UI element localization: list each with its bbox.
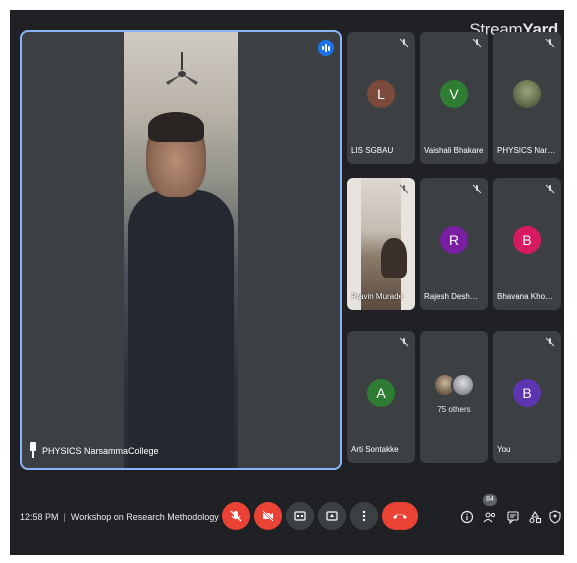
participant-name: Rajesh Deshmukh (424, 292, 484, 301)
speaking-indicator-icon (318, 40, 334, 56)
meeting-info: 12:58 PM | Workshop on Research Methodolog… (20, 512, 219, 522)
camera-off-icon (262, 510, 274, 522)
closed-captions-icon (294, 511, 306, 521)
self-tile[interactable]: B You (493, 331, 561, 463)
participant-name: PHYSICS Narsam... (497, 146, 557, 155)
main-speaker-name: PHYSICS NarsammaCollege (42, 446, 159, 456)
participant-tile[interactable]: B Bhavana Khobrag... (493, 178, 561, 310)
leave-call-button[interactable] (382, 502, 418, 530)
activities-icon (529, 510, 542, 524)
avatar: B (513, 226, 541, 254)
bottom-control-bar: 12:58 PM | Workshop on Research Methodolog… (10, 482, 564, 555)
hang-up-icon (393, 514, 407, 519)
present-screen-button[interactable] (318, 502, 346, 530)
mic-off-icon (230, 510, 242, 522)
chat-button[interactable] (504, 508, 522, 526)
avatar: R (440, 226, 468, 254)
participant-tile[interactable]: R Rajesh Deshmukh (420, 178, 488, 310)
mic-off-icon (472, 38, 482, 48)
participant-count-badge: 84 (483, 494, 497, 506)
mic-off-icon (472, 184, 482, 194)
mic-off-icon (545, 337, 555, 347)
avatar: B (513, 379, 541, 407)
meeting-details-button[interactable] (458, 508, 476, 526)
profile-photo-avatar (513, 80, 541, 108)
avatar: A (367, 379, 395, 407)
others-count-label: 75 others (437, 405, 471, 414)
main-speaker-tile[interactable]: PHYSICS NarsammaCollege (20, 30, 342, 470)
participant-tile[interactable]: V Vaishali Bhakare (420, 32, 488, 164)
mic-off-icon (399, 337, 409, 347)
participant-name: LIS SGBAU (351, 146, 394, 155)
participant-tile[interactable]: PHYSICS Narsam... (493, 32, 561, 164)
info-icon (460, 510, 474, 524)
participant-name: Pravin Murade (351, 292, 404, 301)
activities-button[interactable] (526, 508, 544, 526)
participant-tile[interactable]: L LIS SGBAU (347, 32, 415, 164)
people-button[interactable] (481, 508, 499, 526)
avatar: V (440, 80, 468, 108)
separator: | (63, 512, 66, 522)
speaker-hair (148, 112, 204, 142)
participant-video (361, 178, 407, 310)
meeting-screen: StreamYard PHYSICS NarsammaCollege L LIS… (10, 10, 564, 555)
camera-toggle-button[interactable] (254, 502, 282, 530)
host-controls-button[interactable] (546, 508, 564, 526)
mic-toggle-button[interactable] (222, 502, 250, 530)
mic-off-icon (545, 38, 555, 48)
ceiling-fan (166, 52, 198, 85)
participant-name: You (497, 445, 511, 454)
participant-name: Arti Sontakke (351, 445, 399, 454)
clock-time: 12:58 PM (20, 512, 59, 522)
mic-off-icon (399, 38, 409, 48)
participant-tile[interactable]: A Arti Sontakke (347, 331, 415, 463)
captions-button[interactable] (286, 502, 314, 530)
others-avatars (433, 373, 475, 397)
people-icon (483, 512, 496, 523)
mic-off-icon (545, 184, 555, 194)
meeting-title: Workshop on Research Methodology (70, 512, 219, 522)
participant-camera-tile[interactable]: Pravin Murade (347, 178, 415, 310)
avatar: L (367, 80, 395, 108)
more-vert-icon (362, 510, 366, 522)
mic-off-icon (399, 184, 409, 194)
pin-icon[interactable] (28, 442, 38, 458)
others-tile[interactable]: 75 others (420, 331, 488, 463)
speaker-body (128, 190, 234, 468)
more-options-button[interactable] (350, 502, 378, 530)
chat-icon (507, 511, 519, 524)
present-icon (326, 511, 338, 521)
participant-name: Vaishali Bhakare (424, 146, 484, 155)
participant-name: Bhavana Khobrag... (497, 292, 557, 301)
lock-person-icon (549, 510, 561, 524)
speaker-video (124, 32, 238, 468)
